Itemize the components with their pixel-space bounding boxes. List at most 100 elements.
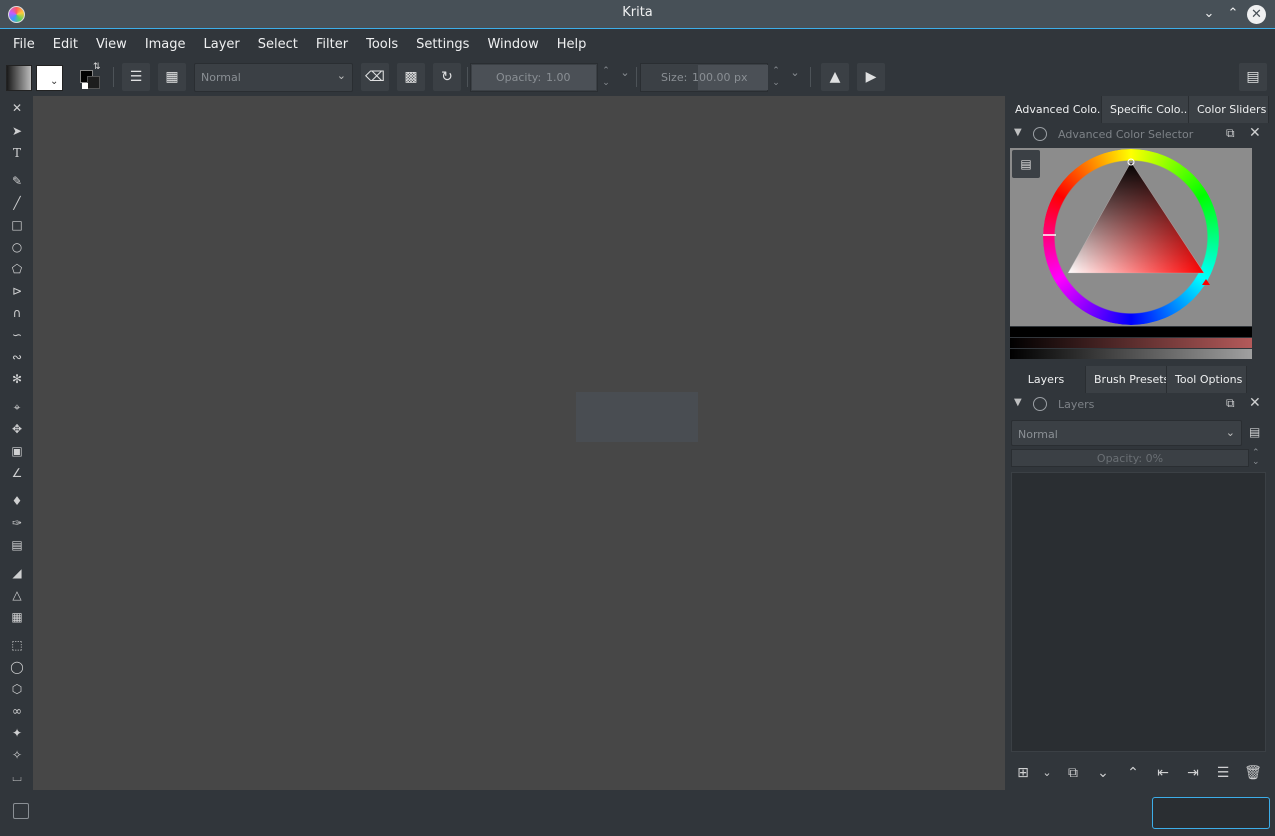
gradient-tool-icon[interactable]: ▤: [9, 537, 25, 553]
gradient-selector[interactable]: [6, 65, 32, 91]
move-out-of-group-icon[interactable]: ⇤: [1153, 763, 1173, 783]
grid-tool-icon[interactable]: ▦: [9, 609, 25, 625]
layer-options-icon[interactable]: ▤: [1249, 425, 1260, 439]
zoom-field[interactable]: [1152, 797, 1270, 829]
tab-tool-options[interactable]: Tool Options: [1167, 366, 1247, 393]
chevron-down-icon[interactable]: ⌄: [618, 67, 632, 93]
tab-brush-presets[interactable]: Brush Presets: [1086, 366, 1167, 393]
toolbar-menu-button[interactable]: ▤: [1239, 63, 1267, 91]
brush-size-slider[interactable]: Size: 100.00 px: [640, 63, 768, 92]
chevron-down-icon[interactable]: ⌄: [1037, 763, 1057, 783]
menu-tools[interactable]: Tools: [357, 30, 407, 59]
select-shapes-tool-icon[interactable]: ➤: [9, 123, 25, 139]
layers-list[interactable]: [1011, 472, 1266, 752]
opacity-slider[interactable]: Opacity: 1.00: [470, 63, 598, 92]
color-shade-strip-2[interactable]: [1010, 349, 1252, 359]
menu-view[interactable]: View: [87, 30, 136, 59]
background-color[interactable]: [87, 76, 100, 89]
float-docker-icon[interactable]: ⧉: [1226, 396, 1235, 411]
collapse-triangle-icon[interactable]: ▼: [1014, 397, 1022, 408]
reload-preset-button[interactable]: ↻: [433, 63, 461, 91]
brush-presets-button[interactable]: ▦: [158, 63, 186, 91]
canvas-area[interactable]: [33, 96, 1005, 790]
hue-ring-triangle[interactable]: [1010, 148, 1252, 326]
selection-display-icon[interactable]: [13, 803, 29, 819]
menu-settings[interactable]: Settings: [407, 30, 478, 59]
reset-colors-icon[interactable]: [82, 83, 88, 89]
tab-specific-color[interactable]: Specific Colo...: [1102, 96, 1189, 123]
color-history-strip[interactable]: [1010, 327, 1252, 337]
pattern-selector[interactable]: ⌄: [36, 65, 63, 91]
color-picker-tool-icon[interactable]: ✑: [9, 515, 25, 531]
polygon-tool-icon[interactable]: ⬠: [9, 261, 25, 277]
add-layer-icon[interactable]: ⊞: [1013, 763, 1033, 783]
delete-layer-icon[interactable]: 🗑: [1243, 763, 1263, 783]
close-docker-icon[interactable]: ✕: [1249, 125, 1261, 141]
perspective-grid-tool-icon[interactable]: △: [9, 587, 25, 603]
assistant-tool-icon[interactable]: ∠: [9, 465, 25, 481]
close-docker-icon[interactable]: ✕: [1249, 395, 1261, 411]
menu-select[interactable]: Select: [249, 30, 307, 59]
advanced-color-selector[interactable]: ▤: [1010, 148, 1252, 326]
text-tool-icon[interactable]: T: [9, 145, 25, 161]
menu-edit[interactable]: Edit: [44, 30, 87, 59]
duplicate-layer-icon[interactable]: ⧉: [1063, 763, 1083, 783]
menu-file[interactable]: File: [4, 30, 44, 59]
menu-window[interactable]: Window: [478, 30, 547, 59]
swap-colors-icon[interactable]: ⇅: [93, 62, 101, 72]
polyline-tool-icon[interactable]: ⊳: [9, 283, 25, 299]
opacity-stepper[interactable]: ⌃ ⌄: [599, 65, 613, 91]
freehand-selection-tool-icon[interactable]: ∞: [9, 703, 25, 719]
elliptical-selection-tool-icon[interactable]: ◯: [9, 659, 25, 675]
float-docker-icon[interactable]: ⧉: [1226, 126, 1235, 141]
size-stepper[interactable]: ⌃ ⌄: [769, 65, 783, 91]
preserve-alpha-button[interactable]: ▩: [397, 63, 425, 91]
close-window-button[interactable]: ✕: [1247, 5, 1266, 24]
line-tool-icon[interactable]: ╱: [9, 195, 25, 211]
layer-opacity-stepper[interactable]: ⌃ ⌄: [1252, 449, 1260, 467]
tab-layers[interactable]: Layers: [1007, 366, 1086, 393]
move-tool-icon[interactable]: ✥: [9, 421, 25, 437]
eraser-mode-button[interactable]: ⌫: [361, 63, 389, 91]
freehand-path-tool-icon[interactable]: ∽: [9, 327, 25, 343]
edit-brush-settings-button[interactable]: ☰: [122, 63, 150, 91]
chevron-down-icon[interactable]: ⌄: [788, 67, 802, 93]
collapse-triangle-icon[interactable]: ▼: [1014, 127, 1022, 138]
fill-tool-icon[interactable]: ♦: [9, 493, 25, 509]
lock-icon[interactable]: [1033, 127, 1047, 141]
move-into-group-icon[interactable]: ⇥: [1183, 763, 1203, 783]
crop-tool-icon[interactable]: ⌖: [9, 399, 25, 415]
close-toolbox-icon[interactable]: ✕: [9, 100, 25, 116]
minimize-icon[interactable]: ⌄: [1199, 4, 1219, 24]
bezier-selection-tool-icon[interactable]: ⌴: [9, 769, 25, 785]
rectangular-selection-tool-icon[interactable]: ⬚: [9, 637, 25, 653]
color-shade-strip-1[interactable]: [1010, 338, 1252, 348]
mirror-vertical-button[interactable]: ▶: [857, 63, 885, 91]
bezier-curve-tool-icon[interactable]: ∩: [9, 305, 25, 321]
rectangle-tool-icon[interactable]: □: [9, 217, 25, 233]
menu-image[interactable]: Image: [136, 30, 195, 59]
multibrush-tool-icon[interactable]: ✻: [9, 371, 25, 387]
dynamic-brush-tool-icon[interactable]: ∾: [9, 349, 25, 365]
ellipse-tool-icon[interactable]: ○: [9, 239, 25, 255]
lock-icon[interactable]: [1033, 397, 1047, 411]
blend-mode-combo[interactable]: Normal ⌄: [194, 63, 353, 92]
layer-opacity-slider[interactable]: Opacity: 0%: [1011, 449, 1249, 467]
menu-help[interactable]: Help: [548, 30, 596, 59]
layer-blend-mode-combo[interactable]: Normal ⌄: [1011, 420, 1242, 446]
transform-tool-icon[interactable]: ▣: [9, 443, 25, 459]
tab-advanced-color[interactable]: Advanced Colo...: [1007, 96, 1102, 123]
tab-color-sliders[interactable]: Color Sliders: [1189, 96, 1269, 123]
move-layer-up-icon[interactable]: ⌃: [1123, 763, 1143, 783]
layer-properties-icon[interactable]: ☰: [1213, 763, 1233, 783]
polygonal-selection-tool-icon[interactable]: ⬡: [9, 681, 25, 697]
similar-color-selection-tool-icon[interactable]: ✧: [9, 747, 25, 763]
fg-bg-color-swatch[interactable]: ⇅: [77, 62, 105, 92]
menu-layer[interactable]: Layer: [195, 30, 249, 59]
measure-tool-icon[interactable]: ◢: [9, 565, 25, 581]
freehand-brush-tool-icon[interactable]: ✎: [9, 173, 25, 189]
maximize-icon[interactable]: ⌃: [1223, 4, 1243, 24]
menu-filter[interactable]: Filter: [307, 30, 357, 59]
mirror-horizontal-button[interactable]: ▲: [821, 63, 849, 91]
move-layer-down-icon[interactable]: ⌄: [1093, 763, 1113, 783]
